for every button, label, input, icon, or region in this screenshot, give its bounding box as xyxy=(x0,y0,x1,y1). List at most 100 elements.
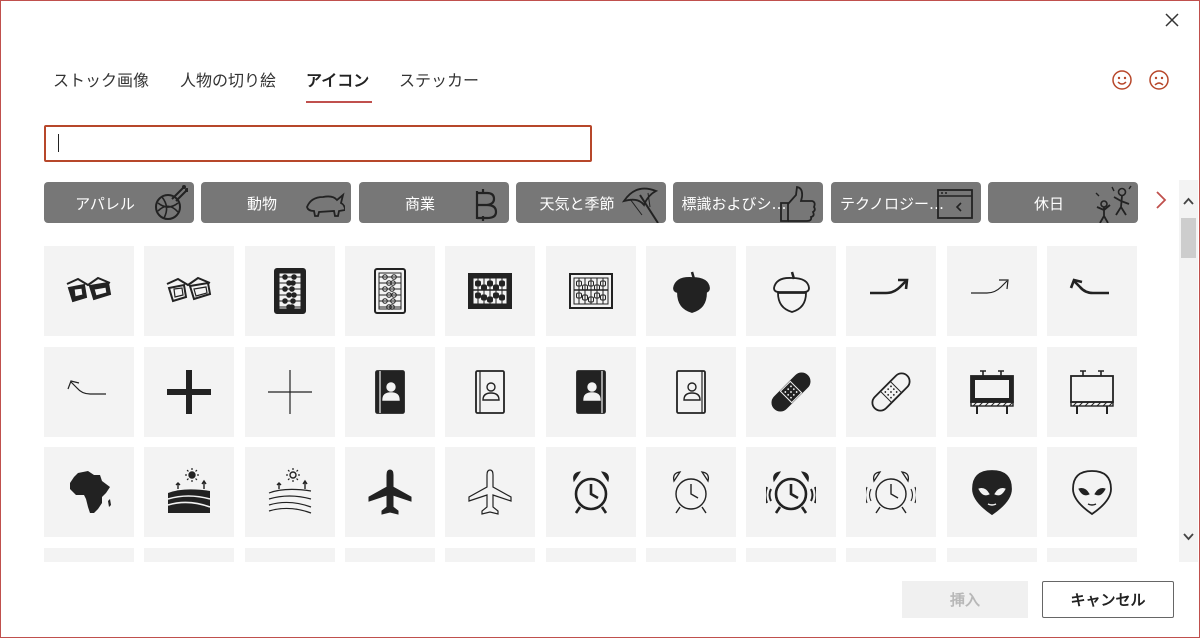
abacus-outline-icon xyxy=(374,268,406,314)
alarm-ringing-outline-icon xyxy=(866,471,916,514)
tab-icons[interactable]: アイコン xyxy=(306,67,369,91)
text-caret xyxy=(58,134,59,152)
scroll-thumb[interactable] xyxy=(1181,218,1196,258)
icon-tile-partial[interactable] xyxy=(947,548,1037,562)
billboard-outline-icon xyxy=(1070,370,1114,414)
alien-outline-icon xyxy=(1072,470,1112,516)
icon-tile[interactable] xyxy=(1047,246,1137,336)
feedback-smile-button[interactable] xyxy=(1111,69,1133,91)
category-chip-1[interactable]: アパレル xyxy=(44,182,194,223)
alien-icon xyxy=(972,470,1012,516)
search-input[interactable] xyxy=(44,125,592,162)
icon-tile-partial[interactable] xyxy=(646,548,736,562)
icon-tile[interactable] xyxy=(345,447,435,537)
feedback-frown-button[interactable] xyxy=(1148,69,1170,91)
address-book-alt-icon xyxy=(576,370,606,414)
billboard-icon xyxy=(970,370,1014,414)
icon-tile[interactable] xyxy=(947,347,1037,437)
yarn-icon xyxy=(155,185,188,220)
thumbs-up-icon xyxy=(780,185,816,222)
tab-stock-images[interactable]: ストック画像 xyxy=(53,67,149,91)
address-book-icon xyxy=(375,370,405,414)
tab-cutout-people[interactable]: 人物の切り絵 xyxy=(180,67,276,91)
icon-tile[interactable] xyxy=(1047,447,1137,537)
icon-tile[interactable] xyxy=(646,246,736,336)
icon-tile-partial[interactable] xyxy=(1047,548,1137,562)
abacus-frame-outline-icon xyxy=(569,273,613,309)
icon-tile[interactable] xyxy=(947,447,1037,537)
farm-icon xyxy=(167,468,211,513)
icon-tile-partial[interactable] xyxy=(846,548,936,562)
icon-tile[interactable] xyxy=(846,447,936,537)
icon-tile[interactable] xyxy=(445,347,535,437)
smile-icon xyxy=(1112,70,1132,90)
icon-tile[interactable] xyxy=(746,447,836,537)
arrow-left-curve-icon xyxy=(1069,278,1109,295)
icon-tile[interactable] xyxy=(345,246,435,336)
icon-tile[interactable] xyxy=(144,347,234,437)
icon-tile[interactable] xyxy=(646,347,736,437)
icon-tile[interactable] xyxy=(746,246,836,336)
icon-tile[interactable] xyxy=(445,246,535,336)
icon-tile[interactable] xyxy=(44,447,134,537)
category-chip-5[interactable]: 標識およびシ… xyxy=(673,182,823,223)
vertical-scrollbar[interactable] xyxy=(1179,180,1198,562)
icon-tile-partial[interactable] xyxy=(44,548,134,562)
africa-icon xyxy=(70,471,111,513)
icon-tile[interactable] xyxy=(546,347,636,437)
category-chip-4[interactable]: 天気と季節 xyxy=(516,182,666,223)
icon-tile[interactable] xyxy=(44,347,134,437)
scroll-down-button[interactable] xyxy=(1181,529,1196,544)
acorn-outline-icon xyxy=(773,271,810,313)
icon-tile[interactable] xyxy=(947,246,1037,336)
category-next-button[interactable] xyxy=(1151,189,1171,211)
icon-tile[interactable] xyxy=(245,347,335,437)
icon-tile[interactable] xyxy=(546,447,636,537)
chevron-up-icon xyxy=(1183,197,1194,205)
icon-tile[interactable] xyxy=(846,246,936,336)
close-button[interactable] xyxy=(1159,7,1185,33)
icon-tile[interactable] xyxy=(44,246,134,336)
icon-tile[interactable] xyxy=(345,347,435,437)
airplane-outline-icon xyxy=(468,469,512,515)
icon-tile-partial[interactable] xyxy=(445,548,535,562)
scroll-up-button[interactable] xyxy=(1181,194,1196,209)
acorn-icon xyxy=(673,271,710,313)
icon-tile[interactable] xyxy=(546,246,636,336)
icon-tile[interactable] xyxy=(646,447,736,537)
icon-tile-partial[interactable] xyxy=(245,548,335,562)
3d-glasses-outline-icon xyxy=(166,276,212,303)
bandage-icon xyxy=(771,372,811,412)
icon-grid xyxy=(44,246,1144,562)
active-tab-underline xyxy=(306,101,372,103)
insert-button[interactable]: 挿入 xyxy=(902,581,1028,618)
icon-tile[interactable] xyxy=(144,246,234,336)
icon-tile-partial[interactable] xyxy=(144,548,234,562)
category-chip-7[interactable]: 休日 xyxy=(988,182,1138,223)
icon-tile-partial[interactable] xyxy=(746,548,836,562)
arrow-right-curve-outline-icon xyxy=(971,279,1009,294)
3d-glasses-icon xyxy=(66,276,112,303)
bandage-outline-icon xyxy=(871,372,911,412)
icon-tile[interactable] xyxy=(245,246,335,336)
rhino-icon xyxy=(306,192,345,217)
icon-tile[interactable] xyxy=(144,447,234,537)
icon-tile[interactable] xyxy=(746,347,836,437)
icon-tile-partial[interactable] xyxy=(546,548,636,562)
category-chip-6[interactable]: テクノロジー… xyxy=(831,182,981,223)
alarm-ringing-icon xyxy=(766,471,816,514)
tab-stickers[interactable]: ステッカー xyxy=(399,67,479,91)
code-window-icon xyxy=(937,189,973,219)
umbrella-icon xyxy=(621,187,659,223)
icon-tile-partial[interactable] xyxy=(345,548,435,562)
icon-tile[interactable] xyxy=(846,347,936,437)
category-chip-3[interactable]: 商業 xyxy=(359,182,509,223)
icon-tile[interactable] xyxy=(445,447,535,537)
cancel-button[interactable]: キャンセル xyxy=(1042,581,1174,618)
arrow-right-curve-icon xyxy=(870,278,909,295)
icon-tile[interactable] xyxy=(1047,347,1137,437)
alarm-clock-icon xyxy=(573,471,609,514)
abacus-icon xyxy=(274,268,306,314)
icon-tile[interactable] xyxy=(245,447,335,537)
category-chip-2[interactable]: 動物 xyxy=(201,182,351,223)
